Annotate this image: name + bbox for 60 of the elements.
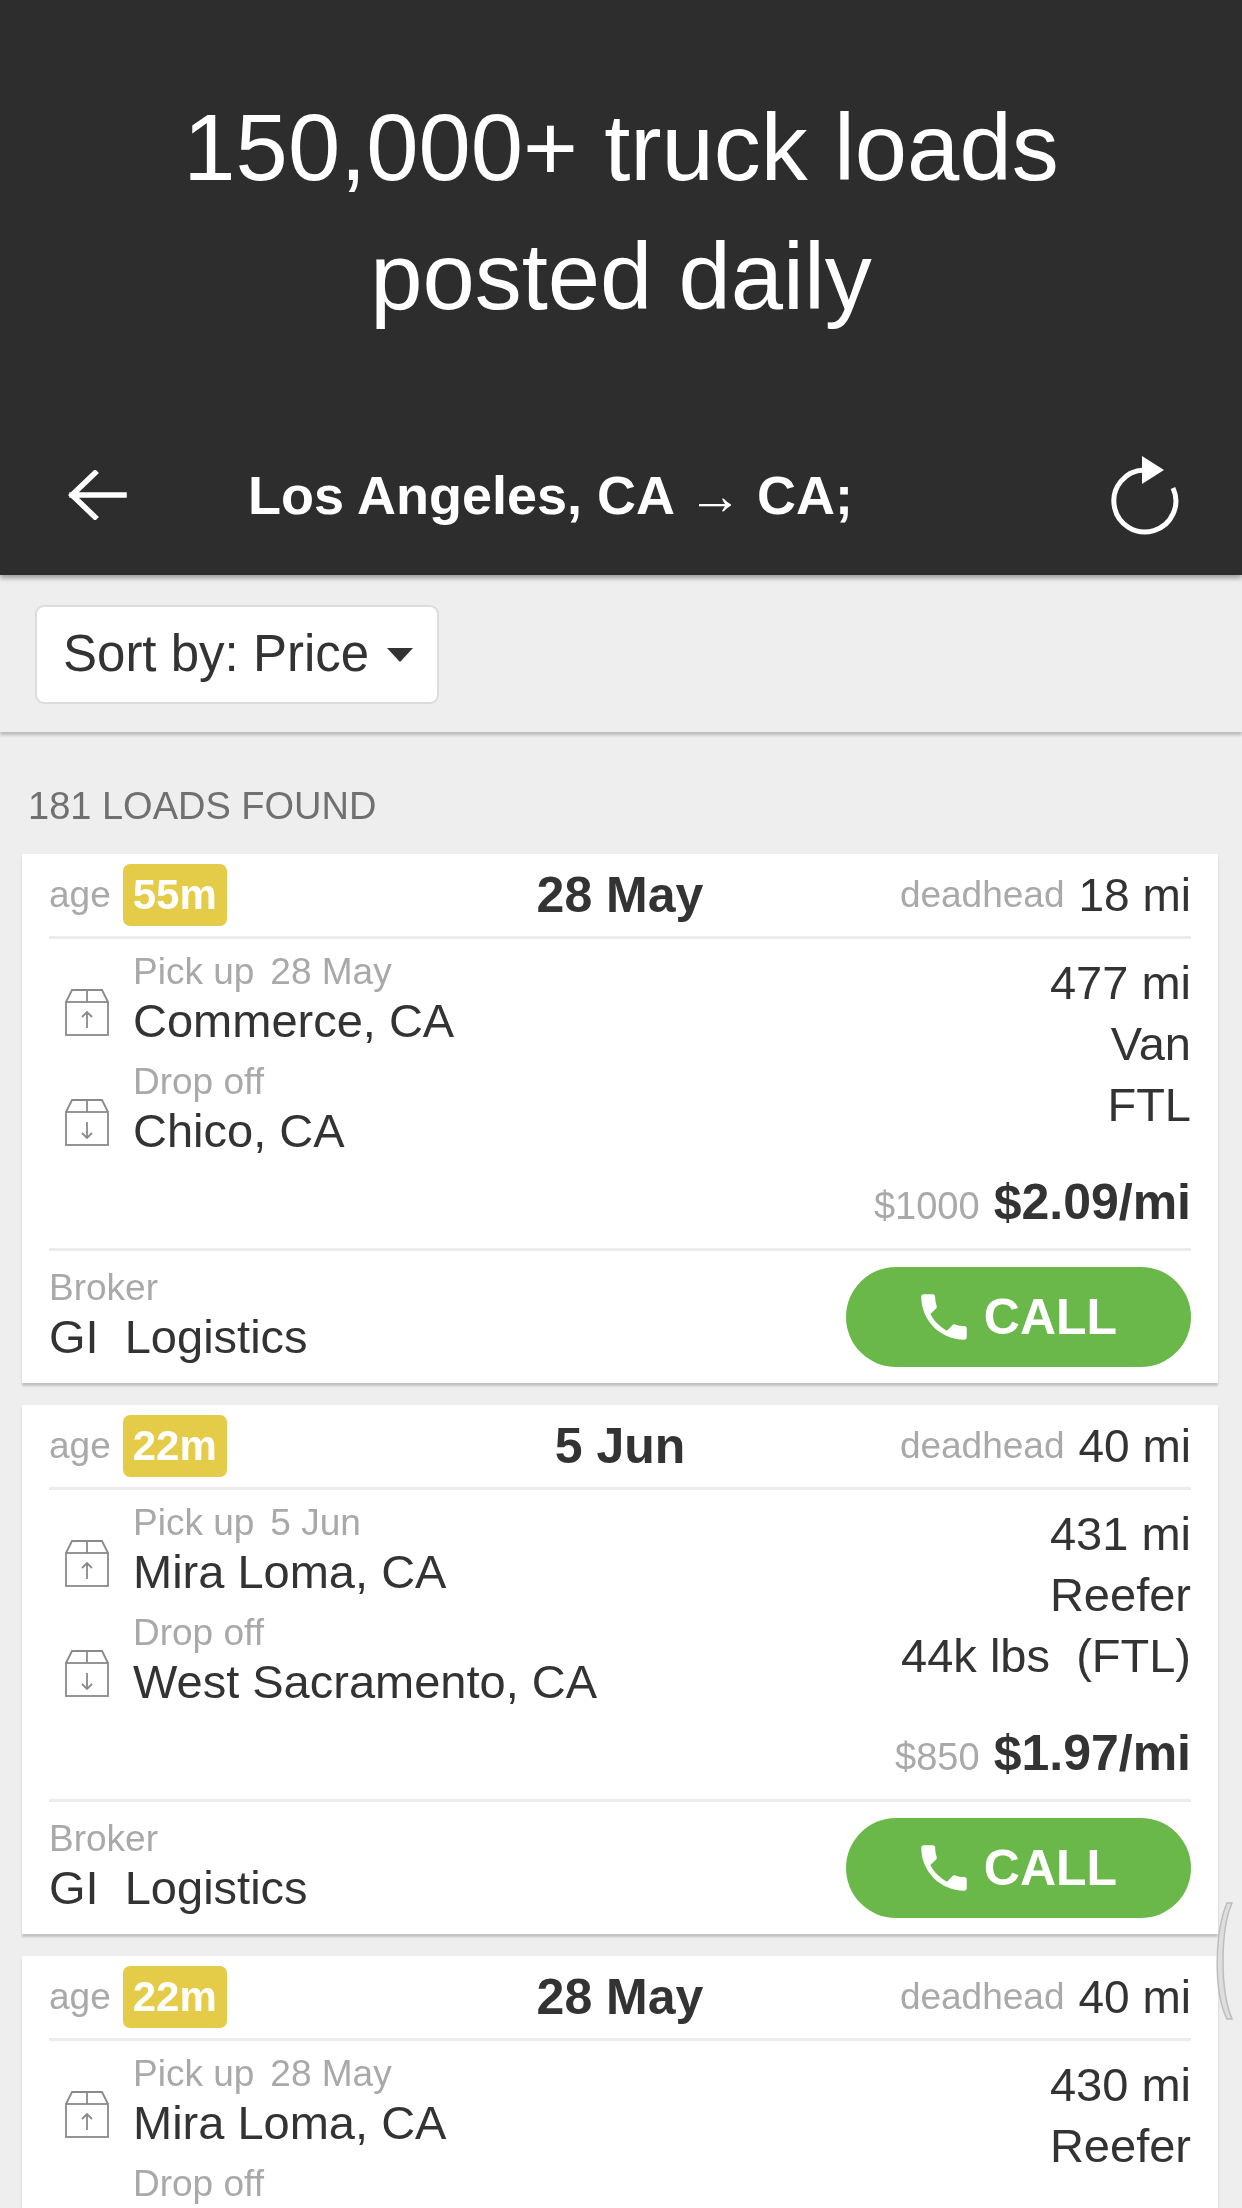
stop-label: Drop off bbox=[133, 2164, 264, 2204]
stop-date: 5 Jun bbox=[270, 1503, 361, 1543]
broker-name: GI Logistics bbox=[49, 1309, 308, 1365]
call-button[interactable]: CALL bbox=[846, 1818, 1191, 1918]
deadhead-label: deadhead bbox=[899, 1975, 1065, 2020]
deadhead-value: 40 mi bbox=[1078, 1969, 1191, 2025]
caret-icon bbox=[387, 647, 414, 662]
age-label: age bbox=[49, 1975, 111, 2020]
stop-date: 28 May bbox=[270, 2054, 392, 2094]
stop-label: Drop off bbox=[133, 1062, 264, 1102]
total-price: $1000 bbox=[873, 1184, 980, 1229]
stop-label: Drop off bbox=[133, 1613, 264, 1653]
box-up-arrow-icon bbox=[63, 2089, 111, 2139]
rate-per-mile: $1.97/mi bbox=[993, 1725, 1191, 1781]
age-badge: 22m bbox=[122, 1415, 227, 1477]
deadhead-label: deadhead bbox=[899, 873, 1065, 918]
stop-label: Pick up bbox=[133, 952, 255, 992]
stop-date: 28 May bbox=[270, 952, 392, 992]
stop-city: Mira Loma, CA bbox=[133, 2095, 447, 2151]
phone-icon bbox=[919, 1844, 968, 1892]
sort-dropdown[interactable]: Sort by: Price bbox=[35, 605, 440, 704]
box-up-arrow-icon bbox=[63, 1538, 111, 1588]
rate-per-mile: $2.09/mi bbox=[993, 1174, 1191, 1230]
headline: 150,000+ truck loads posted daily bbox=[182, 94, 1060, 331]
box-up-arrow-icon bbox=[63, 987, 111, 1037]
box-down-arrow-icon bbox=[63, 1648, 111, 1698]
load-date: 28 May bbox=[536, 865, 704, 925]
load-date: 5 Jun bbox=[554, 1416, 686, 1476]
route-title: Los Angeles, CA → CA; bbox=[248, 463, 854, 527]
stop-city: Mira Loma, CA bbox=[133, 1544, 447, 1600]
stop-city: West Sacramento, CA bbox=[133, 1654, 598, 1710]
load-detail: Reefer bbox=[1049, 1567, 1191, 1623]
deadhead-value: 40 mi bbox=[1078, 1418, 1191, 1474]
results-count: 181 LOADS FOUND bbox=[27, 784, 378, 829]
stop-label: Pick up bbox=[133, 1503, 255, 1543]
age-badge: 22m bbox=[122, 1966, 227, 2028]
stop-city: Commerce, CA bbox=[133, 993, 455, 1049]
age-label: age bbox=[49, 873, 111, 918]
total-price: $850 bbox=[895, 1735, 980, 1780]
load-detail: FTL bbox=[1107, 1077, 1191, 1133]
box-down-arrow-icon bbox=[63, 1097, 111, 1147]
phone-icon bbox=[919, 1293, 968, 1341]
call-button[interactable]: CALL bbox=[846, 1267, 1191, 1367]
broker-name: GI Logistics bbox=[49, 1860, 308, 1916]
stop-city: Chico, CA bbox=[133, 1103, 345, 1159]
age-badge: 55m bbox=[122, 864, 227, 926]
load-detail: 431 mi bbox=[1049, 1506, 1191, 1562]
back-arrow-icon[interactable] bbox=[66, 470, 128, 520]
broker-label: Broker bbox=[49, 1819, 159, 1859]
load-detail: Reefer bbox=[1049, 2118, 1191, 2174]
deadhead-label: deadhead bbox=[899, 1424, 1065, 1469]
load-detail: 477 mi bbox=[1049, 955, 1191, 1011]
broker-label: Broker bbox=[49, 1268, 159, 1308]
load-detail: 44k lbs (FTL) bbox=[901, 1628, 1191, 1684]
load-detail: 430 mi bbox=[1049, 2057, 1191, 2113]
load-detail: Van bbox=[1110, 1016, 1191, 1072]
stop-label: Pick up bbox=[133, 2054, 255, 2094]
age-label: age bbox=[49, 1424, 111, 1469]
load-date: 28 May bbox=[536, 1967, 704, 2027]
deadhead-value: 18 mi bbox=[1078, 867, 1191, 923]
